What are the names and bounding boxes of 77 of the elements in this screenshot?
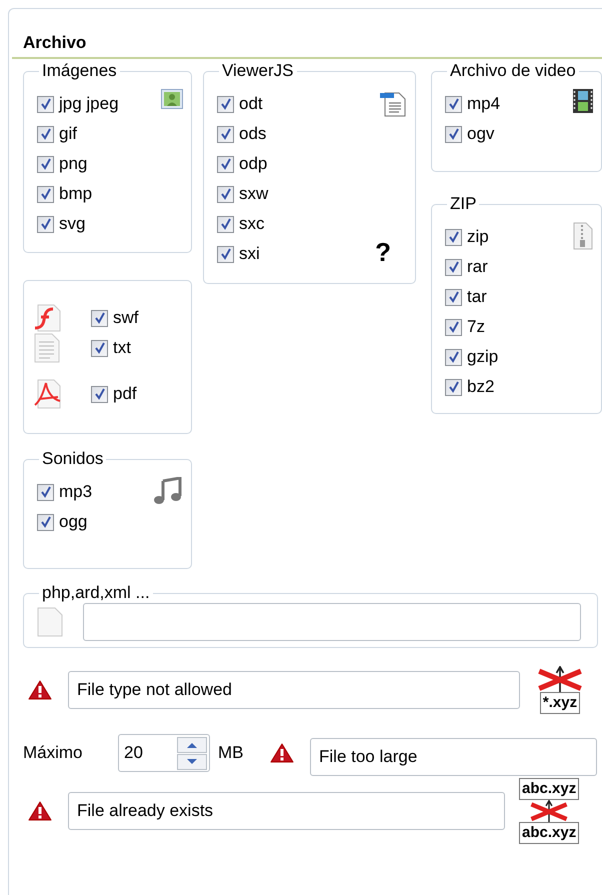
option-label: ogg (59, 511, 88, 534)
checkbox[interactable] (445, 348, 462, 366)
checkbox[interactable] (445, 258, 462, 276)
checkbox[interactable] (217, 96, 234, 112)
blank-file-icon (37, 607, 63, 637)
message-field[interactable]: File type not allowed (68, 671, 520, 709)
image-icon (161, 89, 183, 109)
text-file-icon (34, 333, 60, 363)
option-label: gzip (467, 346, 498, 368)
option-label: txt (113, 337, 131, 360)
group-title: Archivo de video (449, 61, 577, 81)
checkbox[interactable] (445, 288, 462, 306)
extensions-field[interactable] (83, 603, 581, 641)
option-label: svg (59, 213, 86, 236)
checkbox[interactable] (37, 484, 54, 500)
option-label: odp (239, 153, 268, 176)
warning-icon (28, 680, 52, 700)
checkbox[interactable] (91, 340, 108, 356)
option-label: odt (239, 93, 263, 116)
music-note-icon (153, 477, 183, 505)
flash-file-icon (34, 304, 62, 332)
unit-label: MB (218, 742, 244, 764)
size-spinner[interactable]: 20 (118, 734, 210, 772)
checkbox[interactable] (445, 96, 462, 112)
option-label: rar (467, 256, 488, 278)
warning-icon (270, 743, 294, 763)
help-mark[interactable]: ? (375, 239, 391, 265)
option-label: swf (113, 307, 138, 330)
option-label: ogv (467, 123, 494, 146)
option-label: pdf (113, 383, 137, 406)
section-title: Archivo (23, 32, 86, 54)
checkbox[interactable] (37, 156, 54, 172)
checkbox[interactable] (37, 514, 54, 530)
warning-icon (28, 801, 52, 821)
checkbox[interactable] (217, 246, 234, 262)
checkbox[interactable] (445, 378, 462, 396)
checkbox[interactable] (217, 186, 234, 202)
checkbox[interactable] (217, 126, 234, 142)
checkbox[interactable] (445, 228, 462, 246)
checkbox[interactable] (37, 186, 54, 202)
group-title: Sonidos (41, 449, 104, 469)
message-field[interactable]: File too large (310, 738, 597, 776)
checkbox[interactable] (37, 216, 54, 232)
option-label: zip (467, 226, 489, 248)
option-label: bz2 (467, 376, 494, 398)
option-label: ods (239, 123, 266, 146)
file-type-badge: *.xyz (540, 692, 580, 714)
checkbox[interactable] (445, 318, 462, 336)
message-field[interactable]: File already exists (68, 792, 505, 830)
option-label: bmp (59, 183, 92, 206)
option-label: png (59, 153, 88, 176)
zip-file-icon (573, 222, 593, 250)
checkbox[interactable] (37, 96, 54, 112)
group-title: ZIP (449, 194, 478, 214)
checkbox[interactable] (217, 156, 234, 172)
checkbox[interactable] (91, 310, 108, 326)
option-label: tar (467, 286, 487, 308)
option-label: mp3 (59, 481, 92, 504)
option-label: jpg jpeg (59, 93, 119, 116)
option-label: 7z (467, 316, 485, 338)
checkbox[interactable] (217, 216, 234, 232)
option-label: sxi (239, 243, 260, 266)
option-label: gif (59, 123, 77, 146)
option-label: mp4 (467, 93, 500, 116)
file-name-badge: abc.xyz (519, 822, 580, 844)
option-label: sxc (239, 213, 264, 236)
max-size-label: Máximo (23, 742, 84, 764)
group-title: php,ard,xml ... (41, 583, 151, 603)
group-title: ViewerJS (221, 61, 294, 81)
checkbox[interactable] (91, 386, 108, 402)
checkbox[interactable] (445, 126, 462, 142)
file-name-badge: abc.xyz (519, 778, 580, 800)
pdf-file-icon (34, 379, 62, 409)
film-icon (573, 89, 593, 113)
option-label: sxw (239, 183, 268, 206)
group-title: Imágenes (41, 61, 118, 81)
checkbox[interactable] (37, 126, 54, 142)
